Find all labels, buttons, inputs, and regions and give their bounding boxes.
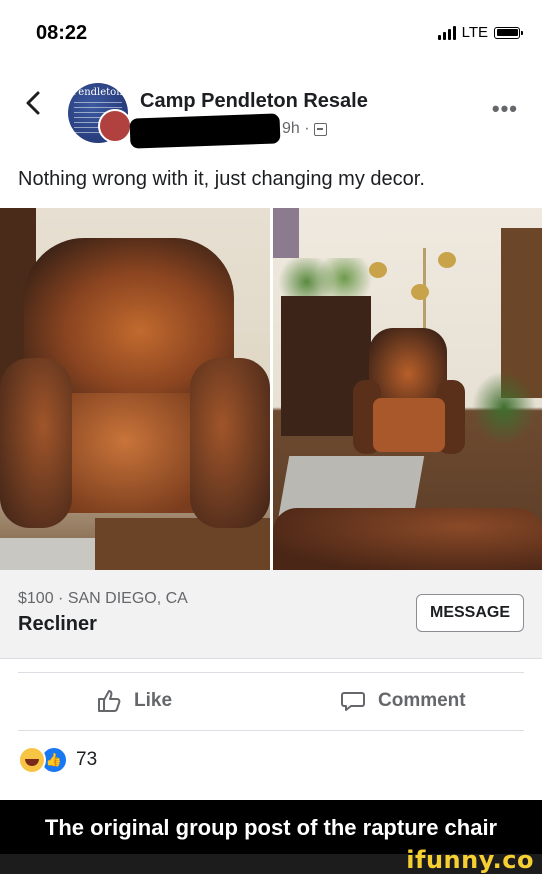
photo-grid [0,208,542,570]
post-header: Pendleton Camp Pendleton Resale 9h · ••• [0,66,542,154]
avatar-text: Pendleton [72,87,123,98]
status-bar: 08:22 LTE [0,0,542,66]
divider-bottom [18,730,524,731]
comment-button[interactable]: Comment [340,688,466,714]
status-indicators: LTE [437,24,523,41]
group-name[interactable]: Camp Pendleton Resale [140,90,368,113]
more-options-icon[interactable]: ••• [492,96,518,122]
poster-avatar[interactable] [98,109,132,143]
like-label: Like [134,690,173,711]
reaction-count: 73 [76,749,98,770]
photo-chair-closeup[interactable] [0,208,270,570]
ifunny-watermark-logo: ifunny.co [406,846,534,874]
post-time: 9h · [282,120,310,137]
thumbs-up-icon [98,690,121,712]
status-time: 08:22 [36,22,88,44]
listing-title: Recliner [18,613,97,635]
network-label: LTE [461,24,488,41]
divider-top [18,672,524,673]
comment-bubble-icon [341,692,365,711]
signal-icon [437,25,456,40]
like-button[interactable]: Like [96,688,172,714]
photo-chair-room[interactable] [273,208,542,570]
haha-reaction-icon [18,746,46,774]
group-privacy-icon [313,122,327,136]
battery-icon [494,26,523,39]
listing-price-location: $100 · SAN DIEGO, CA [18,590,188,607]
reaction-summary[interactable]: 👍 73 [18,746,97,774]
message-button[interactable]: MESSAGE [416,594,524,632]
redaction-mark [129,113,281,149]
back-arrow-icon[interactable] [22,90,44,116]
listing-card: $100 · SAN DIEGO, CA Recliner MESSAGE [0,570,542,659]
post-meta: 9h · [282,120,327,138]
post-caption: Nothing wrong with it, just changing my … [18,168,425,190]
comment-label: Comment [378,690,466,711]
